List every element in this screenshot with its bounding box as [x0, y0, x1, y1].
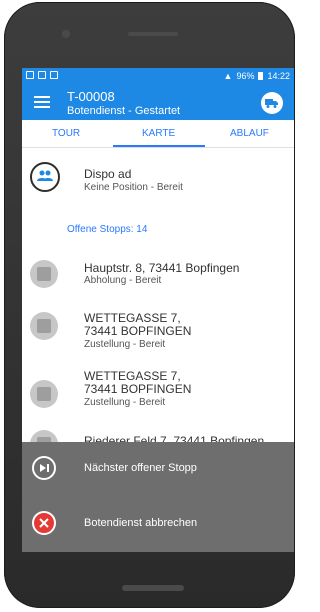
dispo-title: Dispo ad — [84, 167, 132, 181]
notification-icons — [26, 71, 58, 79]
next-open-stop-label: Nächster offener Stopp — [84, 462, 197, 474]
front-camera — [62, 30, 70, 38]
stop-address: WETTEGASSE 7, 73441 BOPFINGEN — [84, 369, 192, 396]
tab-indicator — [113, 145, 205, 147]
stop-status: Abholung - Bereit — [84, 275, 162, 286]
package-icon — [30, 260, 58, 288]
cancel-icon — [32, 511, 56, 535]
phone-bottom-bar — [122, 585, 184, 591]
status-bar: ▲ 96% 14:22 — [22, 68, 294, 84]
truck-button[interactable] — [261, 92, 283, 114]
stop-status: Zustellung - Bereit — [84, 339, 166, 350]
stop-address: Hauptstr. 8, 73441 Bopfingen — [84, 261, 240, 275]
next-open-stop-button[interactable]: Nächster offener Stopp — [22, 442, 294, 498]
stop-address: WETTEGASSE 7, 73441 BOPFINGEN — [84, 311, 192, 338]
signal-icon: ▲ — [223, 71, 233, 81]
menu-icon[interactable] — [34, 96, 50, 108]
cancel-service-label: Botendienst abbrechen — [84, 517, 198, 529]
group-avatar — [30, 162, 60, 192]
battery-icon — [258, 72, 264, 80]
package-icon — [30, 312, 58, 340]
tab-tour[interactable]: TOUR — [52, 128, 80, 139]
image-notification-icon — [26, 71, 34, 79]
action-sheet: Nächster offener Stopp Botendienst abbre… — [22, 442, 294, 552]
battery-percent: 96% — [236, 71, 255, 81]
clock: 14:22 — [267, 71, 290, 81]
app-screen: ▲ 96% 14:22 T-00008 Botendienst - Gestar… — [22, 68, 294, 552]
mail-notification-icon — [38, 71, 46, 79]
dispo-subtitle: Keine Position - Bereit — [84, 182, 183, 193]
list-item[interactable]: Hauptstr. 8, 73441 Bopfingen Abholung - … — [22, 250, 294, 300]
stop-status: Zustellung - Bereit — [84, 397, 166, 408]
package-icon — [30, 380, 58, 408]
open-stops-header: Offene Stopps: 14 — [67, 224, 148, 235]
tab-bar: TOUR KARTE ABLAUF — [22, 120, 294, 148]
tab-karte[interactable]: KARTE — [142, 128, 175, 139]
list-item[interactable]: WETTEGASSE 7, 73441 BOPFINGEN Zustellung… — [22, 300, 294, 368]
group-icon — [37, 170, 53, 181]
earpiece-speaker — [128, 32, 178, 36]
app-bar: T-00008 Botendienst - Gestartet — [22, 84, 294, 120]
phone-frame: ▲ 96% 14:22 T-00008 Botendienst - Gestar… — [4, 2, 295, 608]
cancel-service-button[interactable]: Botendienst abbrechen — [22, 497, 294, 552]
gallery-notification-icon — [50, 71, 58, 79]
tab-ablauf[interactable]: ABLAUF — [230, 128, 269, 139]
page-subtitle: Botendienst - Gestartet — [67, 105, 181, 117]
status-indicators: ▲ 96% 14:22 — [224, 71, 290, 81]
page-title: T-00008 — [67, 89, 115, 104]
truck-icon — [265, 99, 278, 108]
skip-next-icon — [32, 456, 56, 480]
dispo-item[interactable]: Dispo ad Keine Position - Bereit — [22, 148, 294, 208]
